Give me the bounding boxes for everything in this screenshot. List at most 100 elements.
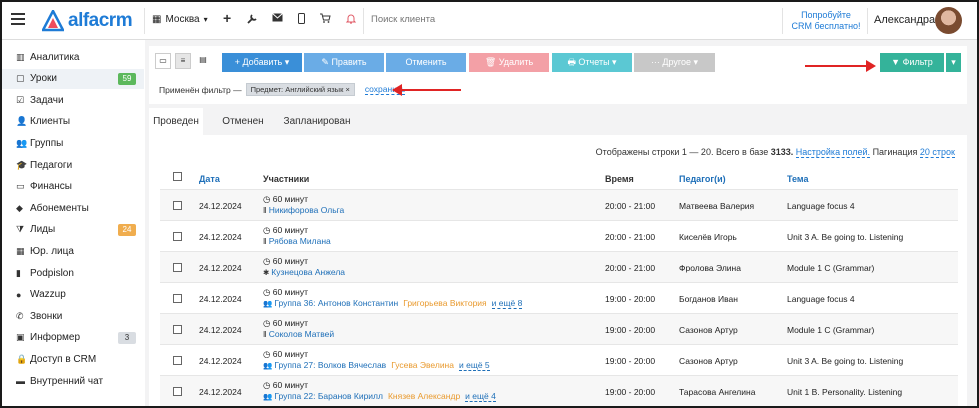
sidebar-item[interactable]: ▬ Внутренний чат [2,371,144,391]
participant-extra[interactable]: Гусева Эвелина [391,360,454,370]
tab-cancelled[interactable]: Отменен [215,108,271,135]
time-cell: 19:00 - 20:00 [605,325,656,335]
search-input[interactable] [371,14,561,25]
participant-link[interactable]: Кузнецова Анжела [271,267,345,277]
view-pages-button[interactable]: ▤ [195,53,211,69]
add-button[interactable]: + Добавить ▾ [222,53,302,72]
participant-link[interactable]: Никифорова Ольга [269,205,345,215]
table-row[interactable]: 24.12.2024 ◷ 60 минут 👥 Группа 22: Баранов … [160,375,958,406]
cart-icon[interactable] [320,13,331,26]
promo-link[interactable]: Попробуйте CRM бесплатно! [790,10,862,32]
other-button[interactable]: ··· Другое ▾ [634,53,715,72]
topic-cell: Unit 3 A. Be going to. Listening [787,232,904,242]
sidebar-item[interactable]: ▮ Podpislon [2,263,144,283]
sidebar-item[interactable]: 🔒 Доступ в CRM [2,349,144,369]
header-topic[interactable]: Тема [787,174,808,184]
more-participants-link[interactable]: и ещё 8 [491,298,523,309]
sidebar-item-label: Абонементы [30,202,89,214]
pagination-link[interactable]: 20 строк [919,147,955,158]
logo-text: alfacrm [68,10,133,31]
row-checkbox[interactable] [173,325,182,334]
view-calendar-button[interactable]: ▭ [155,53,171,69]
app-window: alfacrm ▦ Москва ▾ + Попробуйте CRM бесп… [0,0,979,408]
participant-extra[interactable]: Григорьева Виктория [403,298,486,308]
participant-link[interactable]: Группа 27: Волков Вячеслав [274,360,386,370]
filter-button[interactable]: ▼ Фильтр [880,53,944,72]
sidebar-item-label: Звонки [30,310,63,322]
table-row[interactable]: 24.12.2024 ◷ 60 минут Ⅱ Рябова Милана 20:00 … [160,220,958,251]
sidebar-item[interactable]: ▢ Уроки 59 [2,68,144,89]
city-selector[interactable]: ▦ Москва ▾ [152,14,208,25]
mobile-icon[interactable] [298,13,305,27]
view-list-button[interactable]: ≡ [175,53,191,69]
row-checkbox[interactable] [173,232,182,241]
sidebar-item[interactable]: 👤 Клиенты [2,112,144,132]
header-date[interactable]: Дата [199,174,220,184]
menu-icon[interactable] [11,13,25,25]
participant-extra[interactable]: Князев Александр [388,391,460,401]
phone-icon: ✆ [16,310,24,321]
sidebar-item[interactable]: ▦ Юр. лица [2,241,144,261]
header-teacher[interactable]: Педагог(и) [679,174,726,184]
sidebar-item[interactable]: ▭ Финансы [2,177,144,197]
count-badge: 3 [118,331,136,344]
edit-button[interactable]: ✎ Править [304,53,384,72]
wrench-icon[interactable] [247,13,258,27]
rows-info: Отображены строки 1 — 20. Всего в базе [595,147,771,157]
time-cell: 20:00 - 21:00 [605,201,656,211]
sidebar-item-label: Аналитика [30,51,80,63]
more-participants-link[interactable]: и ещё 4 [465,391,496,402]
table-row[interactable]: 24.12.2024 ◷ 60 минут ✱ Кузнецова Анжела 20:… [160,251,958,282]
table-row[interactable]: 24.12.2024 ◷ 60 минут Ⅱ Никифорова Ольга 20:… [160,189,958,220]
tasks-icon: ☑ [16,94,25,105]
sidebar-item[interactable]: ● Wazzup [2,285,144,305]
participant-link[interactable]: Группа 36: Антонов Константин [274,298,398,308]
tab-planned[interactable]: Запланирован [280,108,354,135]
participant-link[interactable]: Соколов Матвей [269,329,334,339]
bell-icon[interactable] [345,13,357,27]
select-all-checkbox[interactable] [173,172,182,181]
main-content: ▭ ≡ ▤ + Добавить ▾ ✎ Править Отменить 🗑 … [145,40,977,406]
row-checkbox[interactable] [173,201,182,210]
row-checkbox[interactable] [173,356,182,365]
sidebar-item[interactable]: ▣ Информер 3 [2,328,144,348]
participant-link[interactable]: Рябова Милана [269,236,331,246]
delete-button[interactable]: 🗑 Удалить [469,53,549,72]
participant-link[interactable]: Группа 22: Баранов Кирилл [274,391,383,401]
fields-settings-link[interactable]: Настройка полей. [795,147,871,158]
date-cell: 24.12.2024 [199,201,242,211]
user-name[interactable]: Александра [874,14,935,26]
more-participants-link[interactable]: и ещё 5 [458,360,490,371]
alfacrm-logo-icon [42,10,64,32]
logo[interactable]: alfacrm [42,10,133,32]
sidebar-item[interactable]: 👥 Группы [2,133,144,153]
building-icon: ▦ [152,14,162,25]
graduation-cap-icon: 🎓 [16,159,28,170]
topic-cell: Module 1 C (Grammar) [787,325,875,335]
sidebar-item[interactable]: ◆ Абонементы [2,198,144,218]
sidebar-item[interactable]: ▥ Аналитика [2,47,144,67]
table-row[interactable]: 24.12.2024 ◷ 60 минут 👥 Группа 27: Волков В… [160,344,958,375]
sidebar-item[interactable]: 🎓 Педагоги [2,155,144,175]
sidebar-item-label: Задачи [30,94,64,106]
plus-icon[interactable]: + [223,10,231,26]
tab-conducted[interactable]: Проведен [149,108,203,135]
table-row[interactable]: 24.12.2024 ◷ 60 минут Ⅱ Соколов Матвей 19:00… [160,313,958,344]
cancel-button[interactable]: Отменить [386,53,466,72]
table-row[interactable]: 24.12.2024 ◷ 60 минут 👥 Группа 36: Антонов … [160,282,958,313]
teacher-cell: Сазонов Артур [679,356,738,366]
sidebar-item[interactable]: ⧩ Лиды 24 [2,220,144,240]
sidebar-item[interactable]: ✆ Звонки [2,306,144,326]
filter-tag[interactable]: Предмет: Английский язык × [245,83,355,96]
avatar[interactable] [935,7,962,34]
pages-icon: ▤ [199,55,207,64]
sidebar: ▥ Аналитика ▢ Уроки 59 ☑ Задачи 👤 Клиенты 👥 Группы… [2,40,144,406]
reports-button[interactable]: 🖶 Отчеты ▾ [552,53,632,72]
row-checkbox[interactable] [173,294,182,303]
group-icon: 👥 [263,392,273,401]
row-checkbox[interactable] [173,387,182,396]
mail-icon[interactable] [272,13,283,25]
sidebar-item[interactable]: ☑ Задачи [2,90,144,110]
filter-dropdown-button[interactable]: ▾ [946,53,961,72]
row-checkbox[interactable] [173,263,182,272]
